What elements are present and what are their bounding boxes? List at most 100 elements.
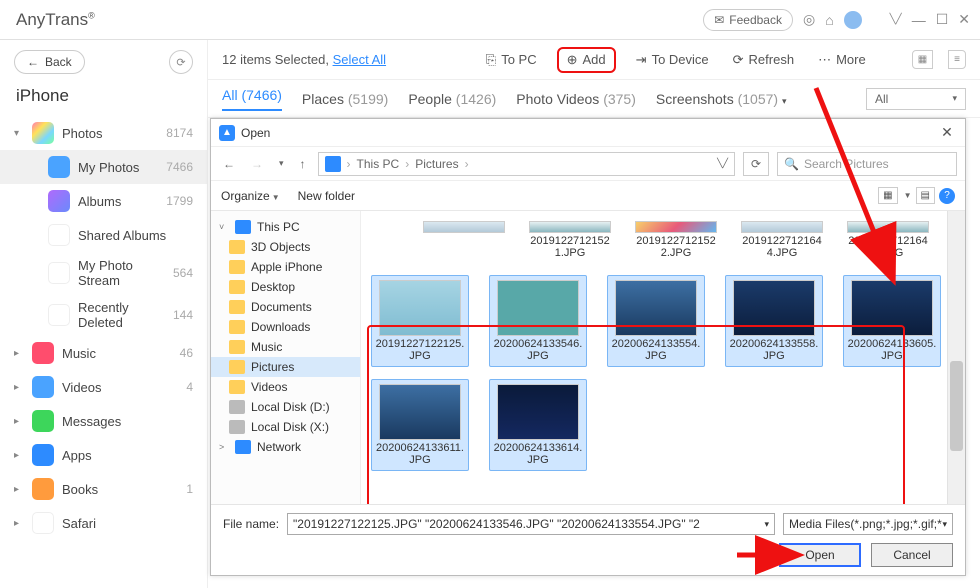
add-button[interactable]: ⊕Add xyxy=(557,47,616,73)
file-tile[interactable]: 20200624133611.JPG xyxy=(371,379,469,471)
tree-pictures[interactable]: Pictures xyxy=(211,357,360,377)
sidebar-item-music[interactable]: ▸Music46 xyxy=(0,336,207,370)
nav-up[interactable]: ↑ xyxy=(296,155,310,173)
view-grid-button[interactable]: ▦ xyxy=(912,50,933,69)
tree-desktop[interactable]: Desktop xyxy=(211,277,360,297)
tab-all[interactable]: All (7466) xyxy=(222,87,282,111)
file-tile[interactable]: 20191227121521.JPG xyxy=(527,217,613,263)
filename-input[interactable]: "20191227122125.JPG" "20200624133546.JPG… xyxy=(287,513,775,535)
nav-refresh[interactable]: ⟳ xyxy=(743,152,769,176)
thumbnail xyxy=(733,280,815,336)
scrollbar[interactable] xyxy=(947,211,965,504)
sidebar-item-videos[interactable]: ▸Videos4 xyxy=(0,370,207,404)
deleted-icon xyxy=(48,304,70,326)
thumbnail xyxy=(847,221,929,233)
tree-this-pc[interactable]: ˅This PC xyxy=(211,217,360,237)
file-tile[interactable]: 20200624133614.JPG xyxy=(489,379,587,471)
filter-dropdown[interactable]: All ▾ xyxy=(866,88,966,110)
sidebar-refresh[interactable]: ⟳ xyxy=(169,50,193,74)
to-pc-button[interactable]: ⎘To PC xyxy=(482,50,541,70)
selection-status: 12 items Selected, Select All xyxy=(222,52,386,67)
caret-icon: ▾ xyxy=(14,128,24,139)
tree-3d-objects[interactable]: 3D Objects xyxy=(211,237,360,257)
tab-places[interactable]: Places (5199) xyxy=(302,91,388,107)
file-tile[interactable]: 20200624133605.JPG xyxy=(843,275,941,367)
thumbnail xyxy=(379,280,461,336)
tree-videos[interactable]: Videos xyxy=(211,377,360,397)
app-title-text: AnyTrans xyxy=(16,10,88,29)
sidebar-item-apps[interactable]: ▸Apps xyxy=(0,438,207,472)
sidebar-item-books[interactable]: ▸Books1 xyxy=(0,472,207,506)
caret-icon: ˅ xyxy=(219,222,229,232)
chevron-down-icon[interactable]: ╲╱ xyxy=(717,158,728,169)
tree-documents[interactable]: Documents xyxy=(211,297,360,317)
tree-apple-iphone[interactable]: Apple iPhone xyxy=(211,257,360,277)
file-tile[interactable]: 20200624133558.JPG xyxy=(725,275,823,367)
sidebar-item-shared-albums[interactable]: Shared Albums xyxy=(0,218,207,252)
myphotos-icon xyxy=(48,156,70,178)
tree-network[interactable]: >Network xyxy=(211,437,360,457)
view-dd[interactable]: ▼ xyxy=(904,191,912,200)
disk-icon xyxy=(229,400,245,414)
minimize-icon[interactable]: — xyxy=(912,12,926,28)
search-input[interactable]: 🔍 Search Pictures xyxy=(777,152,957,176)
nav-fwd[interactable]: → xyxy=(247,155,267,173)
tree-label: Local Disk (X:) xyxy=(251,420,329,434)
more-button[interactable]: ⋯More xyxy=(814,50,870,70)
close-icon[interactable]: ✕ xyxy=(958,11,970,28)
file-tile[interactable]: 20200624133554.JPG xyxy=(607,275,705,367)
new-folder-button[interactable]: New folder xyxy=(298,189,355,203)
bc-this-pc[interactable]: This PC xyxy=(357,157,400,171)
file-tile[interactable]: 20191227121644.JPG xyxy=(739,217,825,263)
search-placeholder: Search Pictures xyxy=(804,157,889,171)
search-icon[interactable]: ◎ xyxy=(803,11,815,28)
to-device-button[interactable]: ⇥To Device xyxy=(632,50,713,70)
select-all-link[interactable]: Select All xyxy=(333,52,386,67)
file-tile[interactable]: 20191227122125.JPG xyxy=(371,275,469,367)
filetype-dropdown[interactable]: Media Files(*.png;*.jpg;*.gif;*.jp ▾ xyxy=(783,513,953,535)
bc-pictures[interactable]: Pictures xyxy=(415,157,458,171)
tab-photo-videos[interactable]: Photo Videos (375) xyxy=(516,91,636,107)
nav-dd[interactable]: ▾ xyxy=(275,156,288,171)
refresh-button[interactable]: ⟳Refresh xyxy=(729,50,798,70)
cancel-button[interactable]: Cancel xyxy=(871,543,953,567)
file-name: 20200624133554.JPG xyxy=(610,336,702,362)
chevron-down-icon[interactable]: ▾ xyxy=(764,519,769,530)
sidebar-item-my-photos[interactable]: My Photos7466 xyxy=(0,150,207,184)
sidebar-item-safari[interactable]: ▸Safari xyxy=(0,506,207,540)
nav-back[interactable]: ← xyxy=(219,155,239,173)
feedback-button[interactable]: ✉ Feedback xyxy=(703,9,793,31)
pc-icon xyxy=(325,156,341,172)
file-tile[interactable]: 20191227121522.JPG xyxy=(633,217,719,263)
sidebar-item-recently-deleted[interactable]: Recently Deleted144 xyxy=(0,294,207,336)
sidebar-item-messages[interactable]: ▸Messages xyxy=(0,404,207,438)
tree-music[interactable]: Music xyxy=(211,337,360,357)
sidebar-item-my-photo-stream[interactable]: My Photo Stream564 xyxy=(0,252,207,294)
tab-people[interactable]: People (1426) xyxy=(408,91,496,107)
view-list-button[interactable]: ≡ xyxy=(948,50,966,69)
sidebar-item-photos[interactable]: ▾Photos8174 xyxy=(0,116,207,150)
help-icon[interactable]: ? xyxy=(939,188,955,204)
sidebar-item-count: 1 xyxy=(186,482,193,496)
gift-icon[interactable]: ⌂ xyxy=(825,12,833,28)
organize-menu[interactable]: Organize▼ xyxy=(221,189,280,203)
back-button[interactable]: ← Back xyxy=(14,50,85,74)
chevron-down-icon[interactable]: ╲╱ xyxy=(890,14,902,25)
dialog-close-button[interactable]: ✕ xyxy=(937,124,957,141)
tree-local-disk-x-[interactable]: Local Disk (X:) xyxy=(211,417,360,437)
avatar[interactable] xyxy=(844,11,862,29)
filter-value: All xyxy=(875,92,888,106)
sidebar-item-albums[interactable]: Albums1799 xyxy=(0,184,207,218)
tree-local-disk-d-[interactable]: Local Disk (D:) xyxy=(211,397,360,417)
tree-label: Videos xyxy=(251,380,287,394)
file-tile[interactable]: 20191227121647.JPG xyxy=(845,217,931,263)
file-tile[interactable] xyxy=(421,217,507,263)
breadcrumb[interactable]: › This PC › Pictures › ╲╱ xyxy=(318,152,735,176)
maximize-icon[interactable]: ☐ xyxy=(936,11,949,28)
preview-pane[interactable]: ▤ xyxy=(916,187,935,204)
file-tile[interactable]: 20200624133546.JPG xyxy=(489,275,587,367)
tab-screenshots[interactable]: Screenshots (1057) ▾ xyxy=(656,91,787,107)
tree-downloads[interactable]: Downloads xyxy=(211,317,360,337)
view-thumbnails[interactable]: ▦ xyxy=(878,187,897,204)
chevron-down-icon[interactable]: ▾ xyxy=(942,519,947,530)
